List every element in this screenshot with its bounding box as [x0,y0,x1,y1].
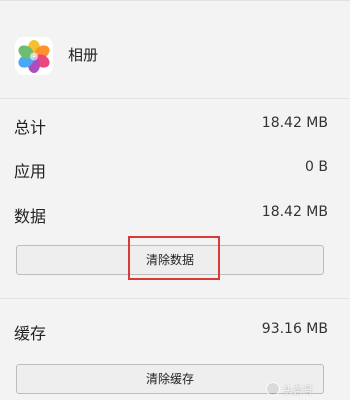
storage-row-app: 应用 0 B [0,149,350,189]
storage-row-label: 应用 [14,162,47,181]
section-divider [0,98,350,99]
storage-row-value: 18.42 MB [261,115,328,131]
cache-row: 缓存 93.16 MB [0,311,350,351]
app-name: 相册 [68,46,99,64]
top-divider [0,0,350,1]
storage-row-value: 18.42 MB [261,204,328,220]
watermark-text: 头条号 [283,385,313,397]
storage-row-label: 总计 [14,118,47,137]
storage-row-total: 总计 18.42 MB [0,105,350,145]
section-divider [0,298,350,299]
photos-flower-icon [15,37,53,75]
cache-row-value: 93.16 MB [261,321,328,337]
app-info-storage-screen: 相册 总计 18.42 MB 应用 0 B 数据 18.42 MB 清除数据 缓… [0,0,350,400]
watermark-logo-icon [266,382,280,396]
storage-row-label: 数据 [14,207,47,226]
storage-row-data: 数据 18.42 MB [0,194,350,234]
clear-data-button[interactable]: 清除数据 [16,245,324,275]
watermark: 头条号 [266,380,313,398]
app-header: 相册 [0,30,350,80]
storage-row-value: 0 B [305,159,328,175]
cache-row-label: 缓存 [14,324,47,343]
